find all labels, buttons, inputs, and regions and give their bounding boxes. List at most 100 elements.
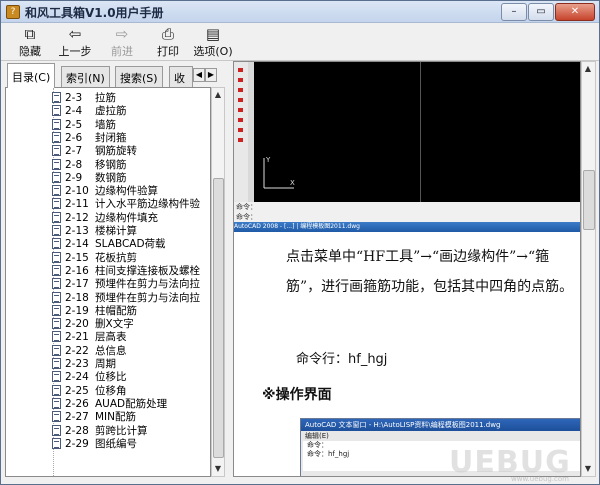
tree-item[interactable]: 2-26 AUAD配筋处理 <box>52 397 167 411</box>
page-icon <box>52 264 61 276</box>
title-bar[interactable]: ? 和风工具箱V1.0用户手册 – ▭ ✕ <box>1 1 599 23</box>
tab-favorites[interactable]: 收 <box>169 66 193 87</box>
tree-item-label: 删X文字 <box>95 318 134 331</box>
nav-tabs: 目录(C) 索引(N) 搜索(S) 收 ◀ ▶ <box>5 63 223 88</box>
tree-item[interactable]: 2-15 花板抗剪 <box>52 251 137 265</box>
page-icon <box>52 331 61 343</box>
tree-item-number: 2-9 <box>65 171 83 184</box>
tree-item[interactable]: 2-11 计入水平筋边缘构件验 <box>52 198 200 211</box>
nav-scrollbar[interactable]: ▲ ▼ <box>211 87 225 477</box>
tree-item-label: 边缘构件填充 <box>95 211 158 224</box>
tab-search[interactable]: 搜索(S) <box>115 66 163 87</box>
tree-item-number: 2-12 <box>65 211 89 224</box>
tree-item-label: 花板抗剪 <box>95 251 137 264</box>
page-icon <box>52 225 61 236</box>
tree-item-label: MIN配筋 <box>95 411 137 424</box>
section-heading: ※操作界面 <box>262 387 332 403</box>
tree-item-number: 2-19 <box>65 304 89 317</box>
cad-toolbar-strip <box>248 62 254 202</box>
tree-item-number: 2-16 <box>65 264 89 277</box>
cad-viewport-divider <box>420 62 421 202</box>
tree-item-number: 2-22 <box>65 344 89 357</box>
tree-item[interactable]: 2-16 柱间支撑连接板及螺栓 <box>52 264 200 278</box>
contents-tree: 2-3 拉筋 2-4 虚拉筋 2-5 墙筋 2-6 封闭箍 2-7 钢筋旋转 2-8 移钢筋 2-9 数钢… <box>5 87 211 477</box>
scroll-down-icon[interactable]: ▼ <box>212 462 224 476</box>
tree-item[interactable]: 2-7 钢筋旋转 <box>52 145 137 158</box>
toolbar: ⧉ 隐藏 ⇦ 上一步 ⇨ 前进 ⎙ 打印 ▤ 选项(O) <box>1 23 599 61</box>
tree-item[interactable]: 2-4 虚拉筋 <box>52 105 127 118</box>
tab-index[interactable]: 索引(N) <box>61 66 110 87</box>
help-window: ? 和风工具箱V1.0用户手册 – ▭ ✕ ⧉ 隐藏 ⇦ 上一步 ⇨ 前进 ⎙ … <box>0 0 600 485</box>
page-icon <box>52 371 61 383</box>
tree-item-number: 2-24 <box>65 371 89 384</box>
ucs-axis-icon: Y X <box>263 156 295 189</box>
hide-button[interactable]: ⧉ 隐藏 <box>13 25 47 59</box>
page-icon <box>52 118 61 130</box>
close-button[interactable]: ✕ <box>555 3 595 21</box>
tree-item-label: SLABCAD荷载 <box>95 238 166 251</box>
nav-scroll-thumb[interactable] <box>213 178 224 458</box>
page-icon <box>52 291 61 303</box>
maximize-button[interactable]: ▭ <box>528 3 554 21</box>
tree-item[interactable]: 2-14 SLABCAD荷载 <box>52 238 166 251</box>
print-icon: ⎙ <box>161 25 174 43</box>
content-scrollbar[interactable]: ▲ ▼ <box>581 61 596 477</box>
tree-item[interactable]: 2-29 图纸编号 <box>52 437 137 451</box>
window-title: 和风工具箱V1.0用户手册 <box>25 6 164 20</box>
print-label: 打印 <box>157 45 179 58</box>
scroll-up-icon[interactable]: ▲ <box>212 88 224 102</box>
tree-item[interactable]: 2-20 删X文字 <box>52 318 134 331</box>
tree-item[interactable]: 2-24 位移比 <box>52 371 127 384</box>
embedded-window-title: AutoCAD 文本窗口 - H:\AutoLISP资料\编程模板图2011.d… <box>301 419 580 431</box>
options-button[interactable]: ▤ 选项(O) <box>191 25 235 59</box>
tab-scroll-left-icon[interactable]: ◀ <box>193 68 205 82</box>
tree-item[interactable]: 2-13 楼梯计算 <box>52 225 137 238</box>
tree-item-number: 2-13 <box>65 225 89 237</box>
tree-item[interactable]: 2-8 移钢筋 <box>52 158 127 172</box>
app-icon: ? <box>6 5 20 19</box>
page-icon <box>52 384 61 396</box>
tree-item[interactable]: 2-12 边缘构件填充 <box>52 211 158 225</box>
tree-item-label: 移钢筋 <box>95 158 127 171</box>
content-scroll-down-icon[interactable]: ▼ <box>582 462 594 476</box>
content-pane: Y X 命令： 命令： AutoCAD 2008 - [...] | 编程模板图… <box>233 61 581 477</box>
tree-item[interactable]: 2-25 位移角 <box>52 384 127 398</box>
options-label: 选项(O) <box>193 45 233 58</box>
minimize-button[interactable]: – <box>501 3 527 21</box>
tree-item[interactable]: 2-17 预埋件在剪力与法向拉 <box>52 278 200 291</box>
tab-scroll-arrows: ◀ ▶ <box>193 68 217 82</box>
forward-button[interactable]: ⇨ 前进 <box>105 25 139 59</box>
tree-item-number: 2-27 <box>65 411 89 424</box>
content-scroll-up-icon[interactable]: ▲ <box>582 62 594 76</box>
tree-item-number: 2-25 <box>65 384 89 397</box>
cad-screenshot-image: Y X 命令： 命令： AutoCAD 2008 - [...] | 编程模板图… <box>234 62 580 232</box>
page-icon <box>52 211 61 223</box>
content-scroll-thumb[interactable] <box>583 170 595 230</box>
page-icon <box>52 92 61 103</box>
tree-item[interactable]: 2-5 墙筋 <box>52 118 116 132</box>
tree-item[interactable]: 2-19 柱帽配筋 <box>52 304 137 318</box>
tree-item-number: 2-11 <box>65 198 89 211</box>
tree-item-label: 数钢筋 <box>95 171 127 184</box>
tree-item[interactable]: 2-6 封闭箍 <box>52 131 127 145</box>
tree-item-label: 计入水平筋边缘构件验 <box>95 198 200 211</box>
tree-item[interactable]: 2-22 总信息 <box>52 344 127 358</box>
tab-contents[interactable]: 目录(C) <box>7 63 56 88</box>
tree-item-label: 总信息 <box>95 344 127 357</box>
tree-item[interactable]: 2-21 层高表 <box>52 331 127 344</box>
tree-item[interactable]: 2-10 边缘构件验算 <box>52 185 158 198</box>
print-button[interactable]: ⎙ 打印 <box>151 25 185 59</box>
tree-item[interactable]: 2-9 数钢筋 <box>52 171 127 185</box>
tree-item-label: 剪跨比计算 <box>95 424 148 437</box>
page-icon <box>52 251 61 263</box>
tree-item[interactable]: 2-3 拉筋 <box>52 92 116 105</box>
page-icon <box>52 158 61 170</box>
tree-item[interactable]: 2-18 预埋件在剪力与法向拉 <box>52 291 200 305</box>
tree-item-label: 位移比 <box>95 371 127 384</box>
tab-scroll-right-icon[interactable]: ▶ <box>205 68 217 82</box>
tree-item-number: 2-17 <box>65 278 89 291</box>
back-button[interactable]: ⇦ 上一步 <box>55 25 95 59</box>
tree-item[interactable]: 2-23 周期 <box>52 358 116 371</box>
tree-item[interactable]: 2-28 剪跨比计算 <box>52 424 148 438</box>
tree-item[interactable]: 2-27 MIN配筋 <box>52 411 136 424</box>
